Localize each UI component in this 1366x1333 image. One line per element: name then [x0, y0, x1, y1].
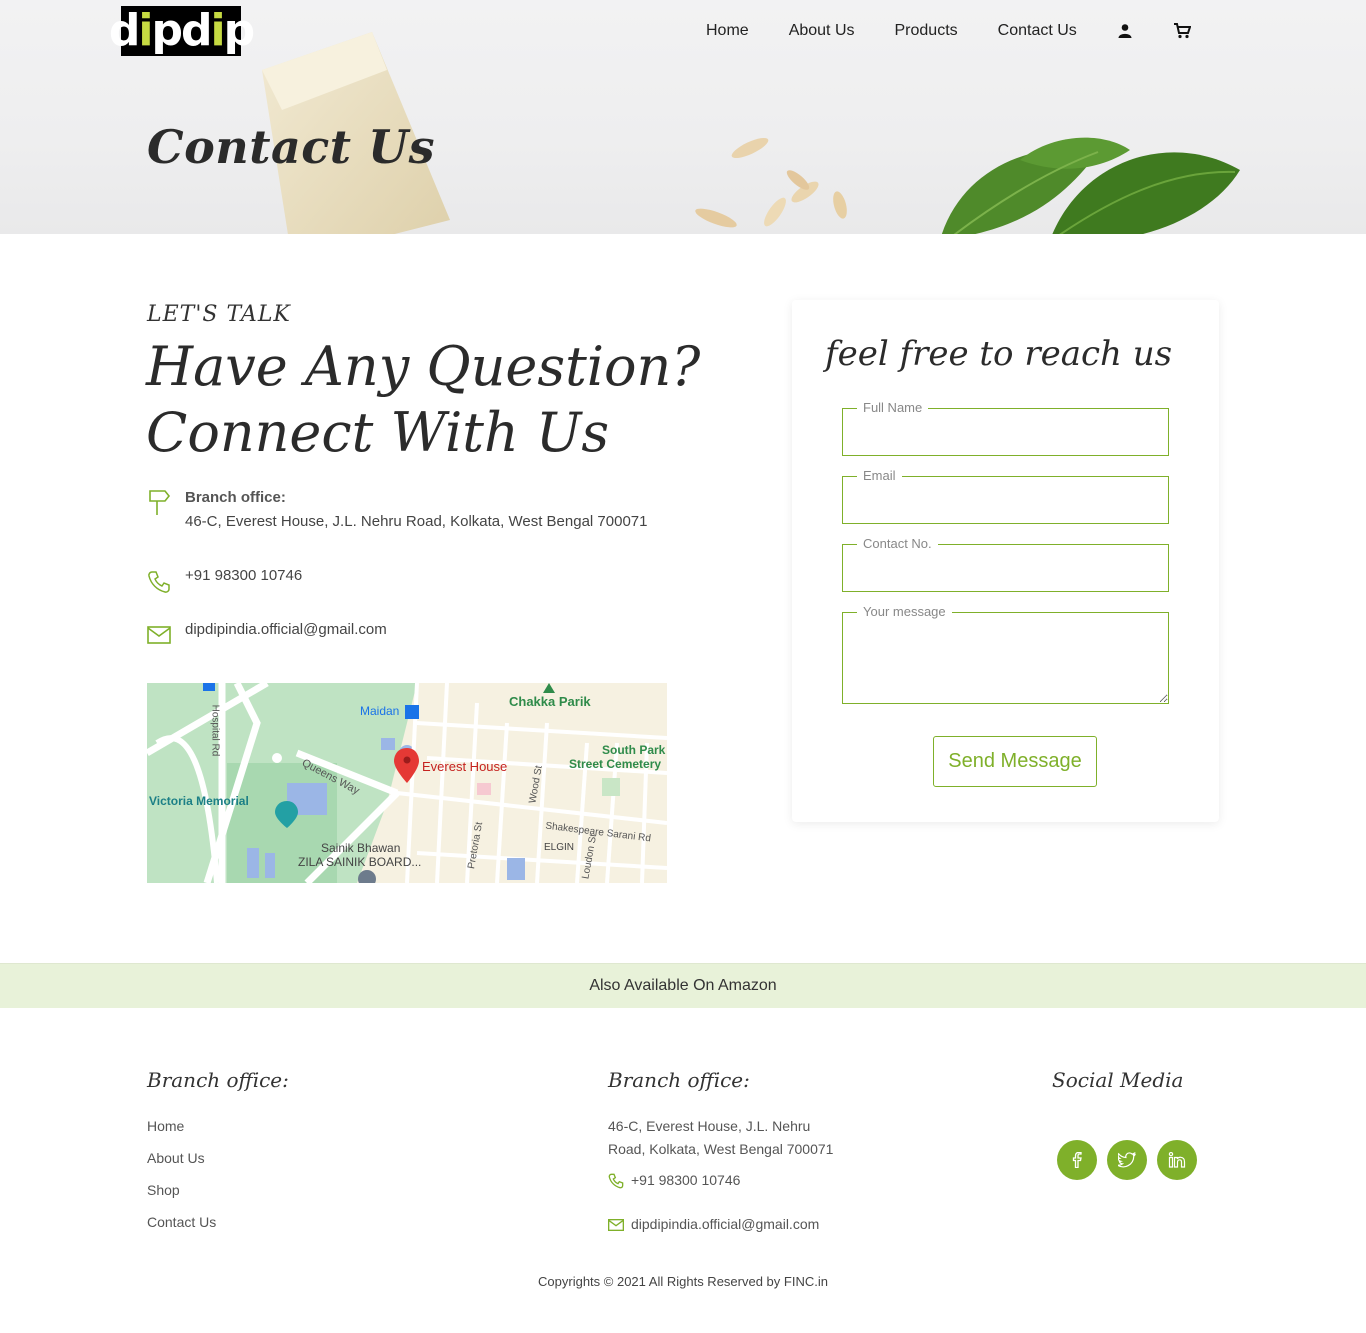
- email-address[interactable]: dipdipindia.official@gmail.com: [185, 621, 387, 638]
- map-label-hospital-rd: Hospital Rd: [209, 704, 221, 757]
- nav-products[interactable]: Products: [895, 22, 958, 40]
- main-nav: Home About Us Products Contact Us: [706, 20, 1231, 42]
- nav-contact-us[interactable]: Contact Us: [998, 22, 1077, 40]
- eyebrow-text: LET'S TALK: [147, 302, 291, 327]
- email-input[interactable]: [843, 477, 1168, 523]
- pine-nuts-image: [695, 137, 847, 228]
- email-info: dipdipindia.official@gmail.com: [147, 618, 387, 648]
- full-name-label: Full Name: [857, 400, 929, 415]
- signpost-icon: [147, 486, 185, 534]
- basil-leaf-image: [942, 137, 1240, 234]
- footer-address-line-2: Road, Kolkata, West Bengal 700071: [608, 1141, 834, 1157]
- twitter-icon[interactable]: [1107, 1140, 1147, 1180]
- send-message-button[interactable]: Send Message: [933, 736, 1097, 787]
- map-label-everest-house: Everest House: [422, 759, 508, 774]
- phone-number[interactable]: +91 98300 10746: [185, 567, 302, 584]
- phone-icon: [147, 564, 185, 598]
- contact-no-label: Contact No.: [857, 536, 938, 551]
- map-label-zila-sainik: ZILA SAINIK BOARD...: [298, 855, 422, 869]
- map-label-elgin: ELGIN: [544, 842, 575, 853]
- map-label-street-cemetery: Street Cemetery: [569, 757, 662, 771]
- full-name-field[interactable]: Full Name: [842, 400, 1169, 456]
- footer-address-line-1: 46-C, Everest House, J.L. Nehru: [608, 1118, 811, 1134]
- branch-office-info: Branch office: 46-C, Everest House, J.L.…: [147, 486, 647, 534]
- mail-icon: [147, 618, 185, 648]
- footer-col2-title: Branch office:: [608, 1068, 750, 1092]
- footer-mail-icon: [608, 1218, 624, 1231]
- map-label-south-park: South Park: [602, 743, 666, 757]
- contact-form-card: feel free to reach us Full Name Email Co…: [792, 300, 1219, 822]
- form-title: feel free to reach us: [825, 334, 1173, 374]
- copyright-text: Copyrights © 2021 All Rights Reserved by…: [538, 1274, 828, 1289]
- footer-col1-title: Branch office:: [147, 1068, 289, 1092]
- user-icon[interactable]: [1117, 23, 1133, 39]
- facebook-icon[interactable]: [1057, 1140, 1097, 1180]
- brand-logo[interactable]: dipdip: [109, 6, 255, 56]
- phone-info: +91 98300 10746: [147, 564, 302, 598]
- footer-email: dipdipindia.official@gmail.com: [608, 1213, 819, 1236]
- headline-line-2: Connect With Us: [146, 401, 610, 464]
- footer-phone-icon: [608, 1173, 624, 1189]
- branch-office-label: Branch office:: [185, 489, 286, 506]
- footer-col3-title: Social Media: [1052, 1068, 1184, 1092]
- message-textarea[interactable]: [843, 613, 1168, 703]
- contact-no-field[interactable]: Contact No.: [842, 536, 1169, 592]
- map-label-maidan: Maidan: [360, 704, 400, 718]
- footer-link-home[interactable]: Home: [147, 1118, 184, 1134]
- hero-banner: dipdip Home About Us Products Contact Us…: [0, 0, 1366, 234]
- message-label: Your message: [857, 604, 952, 619]
- footer-phone-number[interactable]: +91 98300 10746: [631, 1169, 740, 1192]
- amazon-banner[interactable]: Also Available On Amazon: [0, 963, 1366, 1008]
- full-name-input[interactable]: [843, 409, 1168, 455]
- location-map[interactable]: Maidan Chakka Parik Everest House Victor…: [147, 683, 667, 883]
- nav-about-us[interactable]: About Us: [789, 22, 855, 40]
- map-label-victoria-memorial: Victoria Memorial: [149, 794, 249, 808]
- footer-link-about-us[interactable]: About Us: [147, 1150, 205, 1166]
- nav-home[interactable]: Home: [706, 22, 749, 40]
- headline: Have Any Question? Connect With Us: [146, 334, 700, 466]
- footer-phone: +91 98300 10746: [608, 1169, 740, 1192]
- footer-link-contact-us[interactable]: Contact Us: [147, 1214, 216, 1230]
- email-label: Email: [857, 468, 902, 483]
- headline-line-1: Have Any Question?: [146, 335, 701, 398]
- contact-no-input[interactable]: [843, 545, 1168, 591]
- amazon-banner-text[interactable]: Also Available On Amazon: [589, 977, 776, 995]
- map-label-sainik-bhawan: Sainik Bhawan: [321, 841, 401, 855]
- cart-icon[interactable]: [1173, 23, 1191, 39]
- branch-address: 46-C, Everest House, J.L. Nehru Road, Ko…: [185, 513, 648, 530]
- linkedin-icon[interactable]: [1157, 1140, 1197, 1180]
- page-title: Contact Us: [147, 120, 436, 174]
- map-label-chakka-parik: Chakka Parik: [509, 694, 591, 709]
- footer-link-shop[interactable]: Shop: [147, 1182, 180, 1198]
- footer-email-address[interactable]: dipdipindia.official@gmail.com: [631, 1213, 819, 1236]
- footer-address: 46-C, Everest House, J.L. Nehru Road, Ko…: [608, 1115, 833, 1161]
- message-field[interactable]: Your message: [842, 604, 1169, 704]
- email-field[interactable]: Email: [842, 468, 1169, 524]
